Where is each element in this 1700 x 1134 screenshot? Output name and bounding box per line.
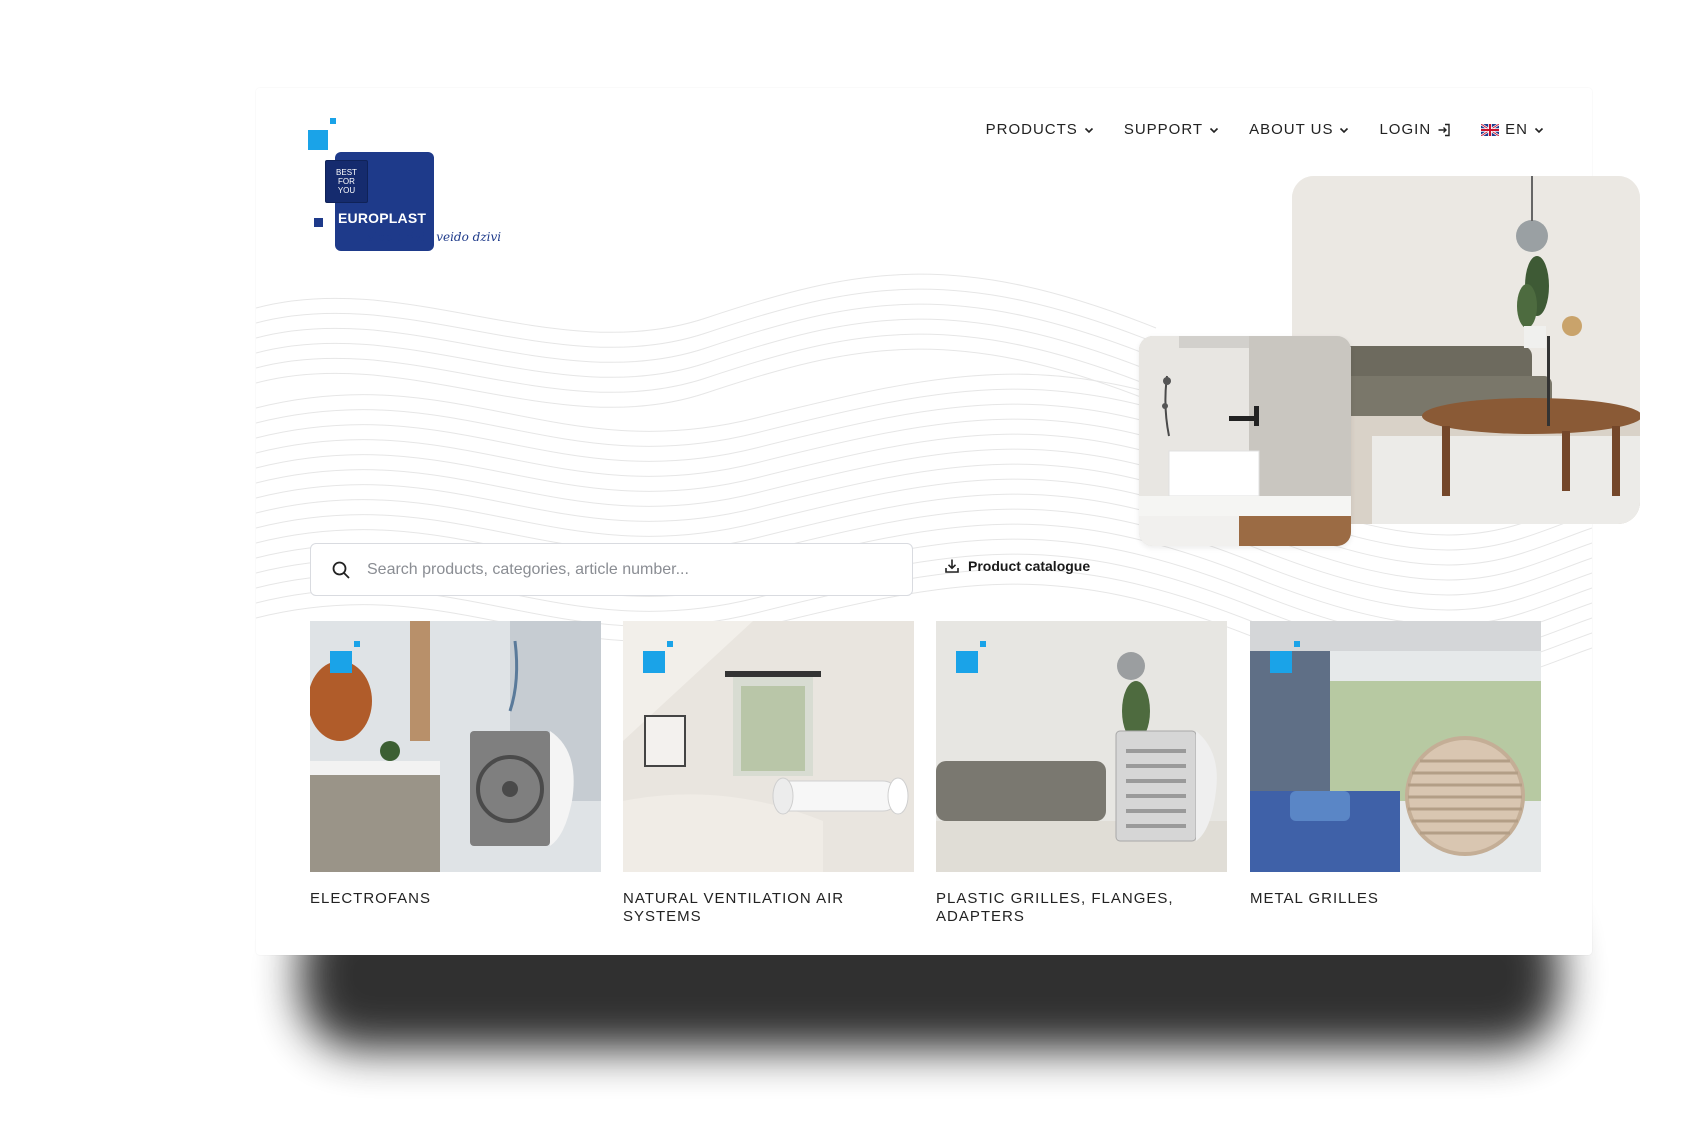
- logo-brand: EUROPLAST: [338, 210, 427, 226]
- language-selector[interactable]: EN: [1481, 121, 1544, 138]
- category-card-natural-ventilation[interactable]: NATURAL VENTILATION AIR SYSTEMS: [623, 621, 914, 926]
- category-badge-dot-icon: [354, 641, 360, 647]
- category-image-natural-ventilation: [623, 621, 914, 872]
- category-label-plastic-grilles: PLASTIC GRILLES, FLANGES, ADAPTERS: [936, 890, 1174, 925]
- category-card-metal-grilles[interactable]: METAL GRILLES: [1250, 621, 1541, 908]
- product-catalogue-label: Product catalogue: [968, 558, 1091, 574]
- category-badge-dot-icon: [1294, 641, 1300, 647]
- europlast-logo[interactable]: BEST FOR YOU EUROPLAST elpo brivi - veid…: [308, 118, 508, 258]
- logo-square-dark: [314, 218, 323, 227]
- category-badge-icon: [956, 651, 978, 673]
- logo-badge: BEST FOR YOU: [325, 160, 368, 203]
- logo-badge-line-2: FOR: [338, 177, 355, 186]
- category-badge-icon: [1270, 651, 1292, 673]
- download-icon: [945, 559, 959, 573]
- logo-square-light: [308, 130, 328, 150]
- hero-bathroom-image: [1139, 336, 1351, 546]
- nav-login-label: LOGIN: [1379, 121, 1432, 138]
- nav-support-label: SUPPORT: [1123, 121, 1204, 138]
- chevron-down-icon: [1340, 127, 1349, 133]
- category-label-metal-grilles: METAL GRILLES: [1250, 890, 1379, 907]
- uk-flag-icon: [1481, 123, 1500, 136]
- category-label-natural-ventilation: NATURAL VENTILATION AIR SYSTEMS: [623, 890, 845, 925]
- product-catalogue-link[interactable]: Product catalogue: [944, 558, 1090, 574]
- language-code: EN: [1505, 121, 1528, 138]
- nav-products[interactable]: PRODUCTS: [986, 121, 1094, 138]
- chevron-down-icon: [1084, 127, 1093, 133]
- category-badge-dot-icon: [667, 641, 673, 647]
- category-image-plastic-grilles: [936, 621, 1227, 872]
- category-label-electrofans: ELECTROFANS: [310, 890, 432, 907]
- nav-about-us[interactable]: ABOUT US: [1249, 121, 1349, 138]
- category-card-plastic-grilles[interactable]: PLASTIC GRILLES, FLANGES, ADAPTERS: [936, 621, 1227, 926]
- search-input[interactable]: [365, 559, 889, 580]
- logo-box: BEST FOR YOU EUROPLAST elpo brivi - veid…: [325, 152, 501, 251]
- search-icon: [332, 561, 350, 579]
- category-badge-icon: [643, 651, 665, 673]
- logo-badge-line-1: BEST: [336, 168, 357, 177]
- nav-support[interactable]: SUPPORT: [1124, 121, 1219, 138]
- website-card: BEST FOR YOU EUROPLAST elpo brivi - veid…: [256, 88, 1640, 955]
- category-card-electrofans[interactable]: ELECTROFANS: [310, 621, 601, 908]
- nav-products-label: PRODUCTS: [985, 121, 1078, 138]
- category-image-metal-grilles: [1250, 621, 1541, 872]
- chevron-down-icon: [1209, 127, 1219, 133]
- chevron-down-icon: [1534, 127, 1544, 133]
- category-image-electrofans: [310, 621, 601, 872]
- login-icon: [1438, 123, 1450, 136]
- main-nav: PRODUCTS SUPPORT ABOUT US LOGIN EN: [986, 121, 1544, 138]
- logo-badge-line-3: YOU: [337, 186, 356, 195]
- logo-tagline: elpo brivi - veido dzivi: [367, 230, 502, 244]
- category-badge-dot-icon: [980, 641, 986, 647]
- search-bar[interactable]: [310, 543, 913, 596]
- category-badge-icon: [330, 651, 352, 673]
- logo-square-tiny: [330, 118, 336, 124]
- nav-login[interactable]: LOGIN: [1379, 121, 1451, 138]
- nav-about-us-label: ABOUT US: [1249, 121, 1334, 138]
